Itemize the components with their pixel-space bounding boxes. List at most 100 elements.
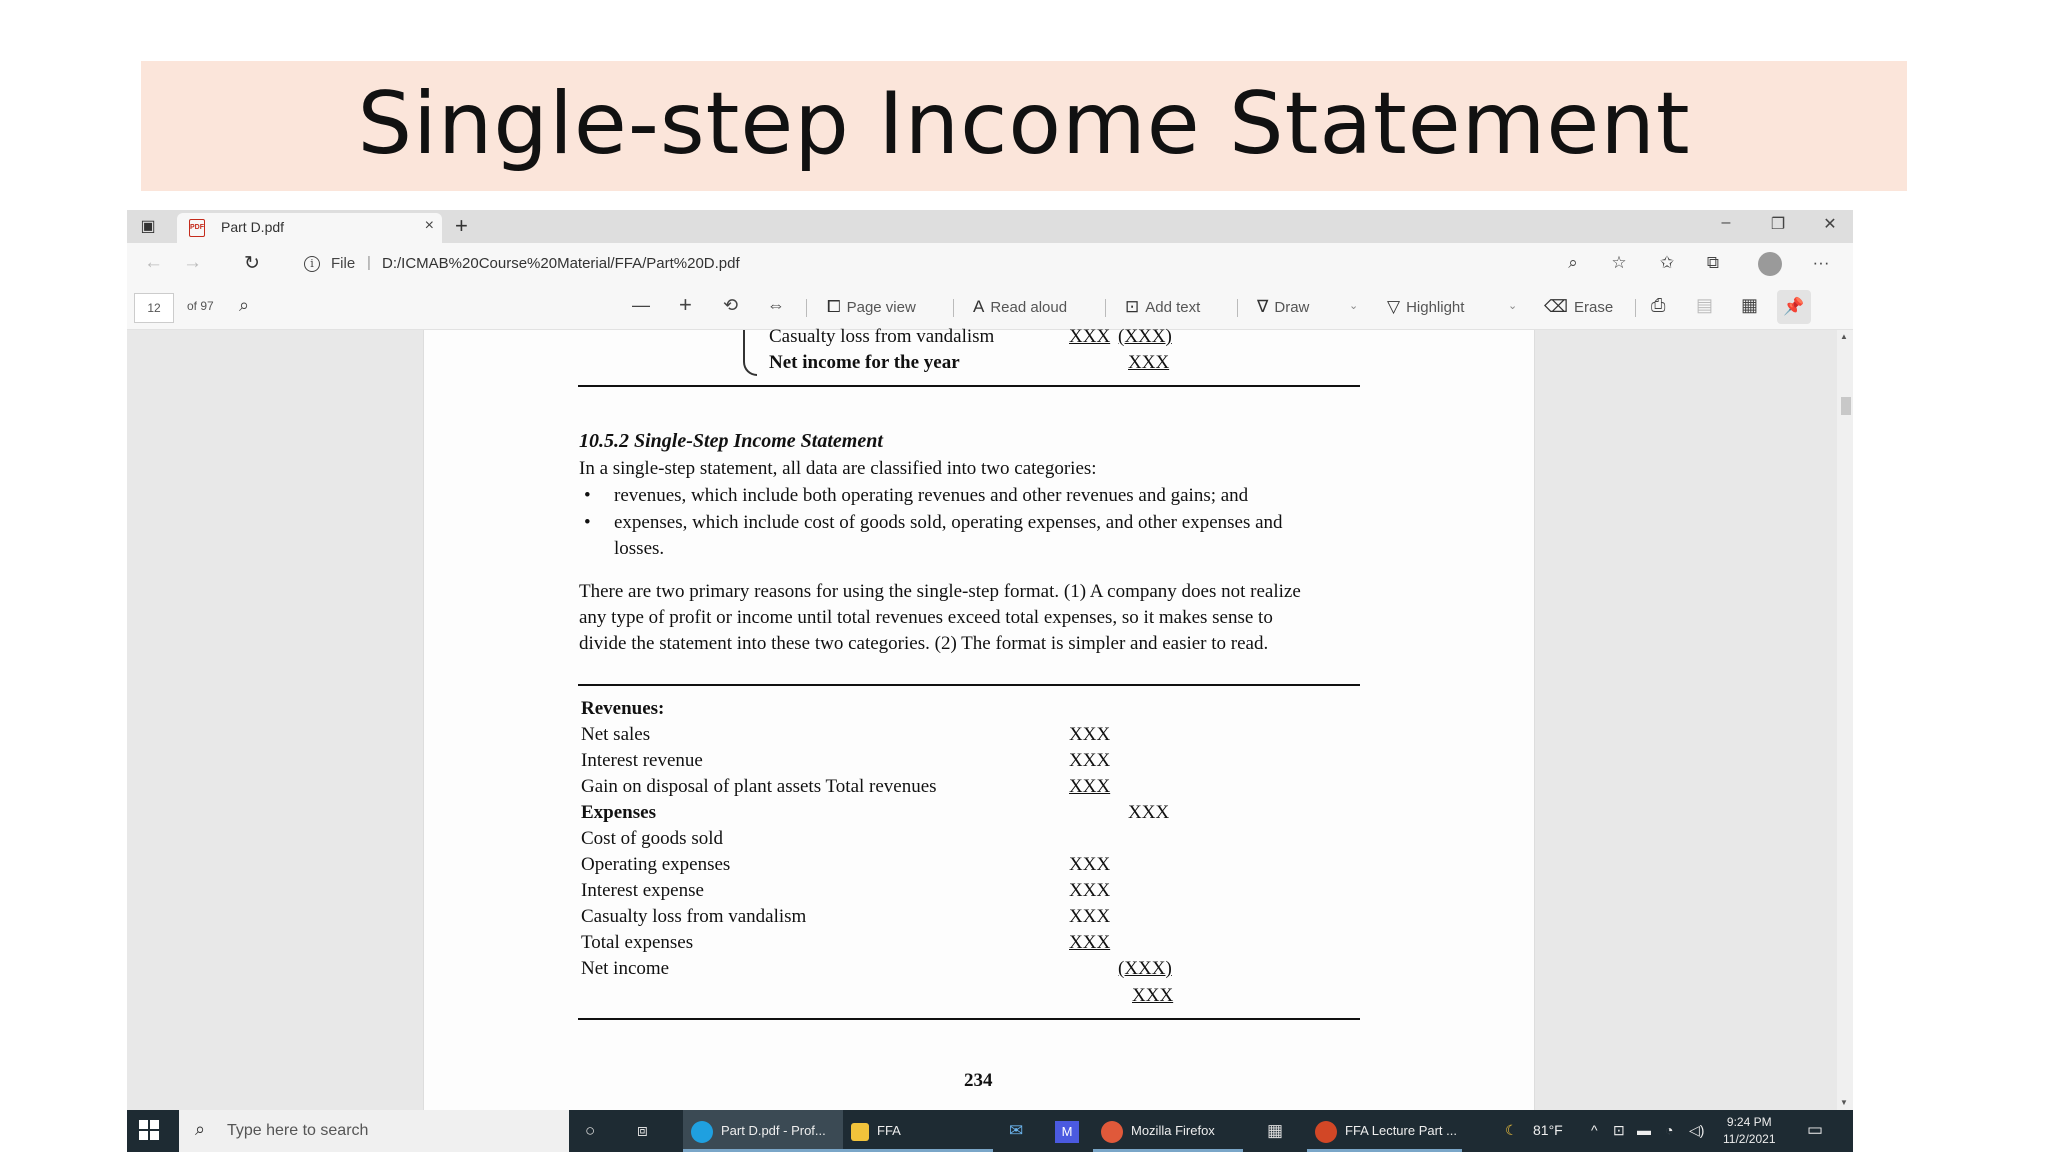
collections-icon[interactable]: ⧉ — [1701, 253, 1725, 273]
statement-value: XXX — [1069, 750, 1111, 771]
weather-temp[interactable]: 81°F — [1533, 1122, 1563, 1138]
file-label: File — [331, 255, 356, 272]
toolbar-divider — [1237, 299, 1238, 317]
pin-toolbar-icon[interactable]: 📌 — [1777, 290, 1811, 324]
cortana-icon[interactable]: ○ — [585, 1121, 595, 1141]
minimize-button[interactable]: – — [1711, 214, 1741, 232]
tab-part-d-pdf[interactable]: PDF Part D.pdf × — [177, 213, 442, 243]
calculator-icon[interactable]: ▦ — [1267, 1121, 1283, 1141]
erase-button[interactable]: ⌫ Erase — [1544, 297, 1613, 317]
restore-button[interactable]: ❐ — [1763, 214, 1793, 234]
bullet-icon: • — [584, 512, 591, 533]
scroll-up-icon[interactable]: ▲ — [1840, 332, 1848, 341]
rotate-icon[interactable]: ⟲ — [723, 295, 738, 316]
toolbar-divider — [1635, 299, 1636, 317]
prev-row-value: (XXX) — [1118, 326, 1172, 347]
add-favorite-icon[interactable]: ☆ — [1607, 253, 1631, 273]
add-text-button[interactable]: ⊡ Add text — [1125, 297, 1200, 317]
weather-icon[interactable]: ☾ — [1505, 1122, 1518, 1139]
add-text-icon: ⊡ — [1125, 297, 1140, 316]
page-view-button[interactable]: ⧠ Page view — [827, 297, 916, 317]
taskbar-search-box[interactable]: ⌕ Type here to search — [179, 1110, 569, 1152]
read-aloud-button[interactable]: A Read aloud — [973, 297, 1067, 317]
new-tab-button[interactable]: + — [455, 213, 468, 239]
taskbar-app-label: FFA Lecture Part ... — [1345, 1123, 1457, 1138]
url-field[interactable]: D:/ICMAB%20Course%20Material/FFA/Part%20… — [382, 255, 740, 272]
save-as-icon[interactable]: ▦ — [1741, 295, 1758, 316]
page-number-input[interactable]: 12 — [134, 293, 174, 323]
prev-row-value: XXX — [1128, 352, 1170, 373]
forward-arrow-icon[interactable]: → — [183, 252, 202, 274]
horizontal-rule — [578, 684, 1360, 686]
section-heading: 10.5.2 Single-Step Income Statement — [579, 430, 883, 452]
fit-page-icon[interactable]: ⇔ — [767, 295, 785, 316]
info-icon[interactable]: i — [304, 256, 320, 272]
windows-start-icon[interactable] — [139, 1120, 159, 1140]
vertical-scrollbar[interactable]: ▲ ▼ — [1837, 330, 1853, 1110]
mail-icon[interactable]: ✉ — [1009, 1121, 1023, 1141]
taskbar-clock[interactable]: 9:24 PM 11/2/2021 — [1723, 1114, 1776, 1148]
prev-row-label: Net income for the year — [769, 352, 960, 373]
back-arrow-icon[interactable]: ← — [144, 252, 163, 274]
statement-value: XXX — [1069, 880, 1111, 901]
statement-label: Operating expenses — [581, 854, 731, 875]
tab-actions-icon[interactable]: ▣ — [137, 216, 159, 238]
favorites-icon[interactable]: ✩ — [1655, 253, 1679, 273]
highlight-button[interactable]: ▽ Highlight — [1387, 297, 1464, 317]
firefox-icon — [1101, 1120, 1123, 1143]
slide-title: Single-step Income Statement — [357, 74, 1691, 174]
zoom-out-button[interactable]: — — [632, 295, 650, 316]
toolbar-divider — [806, 299, 807, 317]
bullet-text: losses. — [614, 538, 665, 559]
save-icon[interactable]: ▤ — [1696, 295, 1713, 316]
zoom-in-button[interactable]: + — [679, 292, 692, 318]
url-separator: | — [367, 254, 371, 271]
wifi-icon[interactable]: ◔ — [1665, 1122, 1673, 1138]
statement-label: Total expenses — [581, 932, 694, 953]
draw-label: Draw — [1274, 299, 1310, 316]
meet-now-icon[interactable]: ⊡ — [1613, 1122, 1625, 1139]
read-aloud-label: Read aloud — [990, 299, 1068, 316]
scroll-down-icon[interactable]: ▼ — [1840, 1098, 1848, 1107]
notifications-icon[interactable]: ▭ — [1807, 1120, 1823, 1140]
horizontal-rule — [578, 1018, 1360, 1020]
taskbar-app-powerpoint[interactable]: FFA Lecture Part ... — [1307, 1110, 1462, 1152]
print-icon[interactable]: ⎙ — [1651, 295, 1665, 316]
statement-value: XXX — [1069, 854, 1111, 875]
teams-icon[interactable]: M — [1055, 1121, 1079, 1143]
draw-chevron-down-icon[interactable]: ⌄ — [1349, 299, 1358, 312]
bracket-line — [743, 330, 757, 376]
clock-time: 9:24 PM — [1726, 1115, 1772, 1129]
windows-taskbar: ⌕ Type here to search ○ ⧈ Part D.pdf - P… — [127, 1110, 1853, 1152]
draw-button[interactable]: ∇ Draw — [1257, 297, 1309, 317]
taskbar-app-firefox[interactable]: Mozilla Firefox — [1093, 1110, 1243, 1152]
expenses-heading: Expenses — [581, 802, 656, 823]
profile-avatar[interactable] — [1758, 252, 1782, 276]
more-menu-icon[interactable]: ··· — [1809, 253, 1833, 273]
statement-value: XXX — [1069, 724, 1111, 745]
tab-title: Part D.pdf — [221, 219, 285, 235]
slide-title-banner: Single-step Income Statement — [141, 61, 1907, 191]
highlight-icon: ▽ — [1387, 297, 1401, 316]
scroll-thumb[interactable] — [1841, 397, 1851, 415]
horizontal-rule — [578, 385, 1360, 387]
statement-label: Interest revenue — [581, 750, 703, 771]
highlight-chevron-down-icon[interactable]: ⌄ — [1508, 299, 1517, 312]
toolbar-divider — [953, 299, 954, 317]
zoom-icon[interactable]: ⌕ — [1561, 253, 1585, 273]
pdf-viewer: Casualty loss from vandalism XXX (XXX) N… — [127, 326, 1853, 1110]
tray-chevron-up-icon[interactable]: ^ — [1591, 1122, 1598, 1138]
task-view-icon[interactable]: ⧈ — [637, 1121, 648, 1141]
taskbar-app-edge-pdf[interactable]: Part D.pdf - Prof... — [683, 1110, 843, 1152]
taskbar-app-ffa-folder[interactable]: FFA — [843, 1110, 993, 1152]
statement-label: Gain on disposal of plant assets Total r… — [581, 776, 937, 797]
close-window-button[interactable]: ✕ — [1815, 214, 1845, 234]
taskbar-app-label: FFA — [877, 1123, 901, 1138]
battery-icon[interactable]: ▬ — [1637, 1122, 1651, 1138]
statement-value: XXX — [1069, 776, 1111, 797]
tab-close-icon[interactable]: × — [425, 217, 434, 235]
clock-date: 11/2/2021 — [1723, 1132, 1776, 1146]
volume-icon[interactable]: ◁) — [1689, 1122, 1704, 1139]
refresh-icon[interactable]: ↻ — [244, 252, 260, 275]
find-icon[interactable]: ⌕ — [239, 295, 249, 316]
